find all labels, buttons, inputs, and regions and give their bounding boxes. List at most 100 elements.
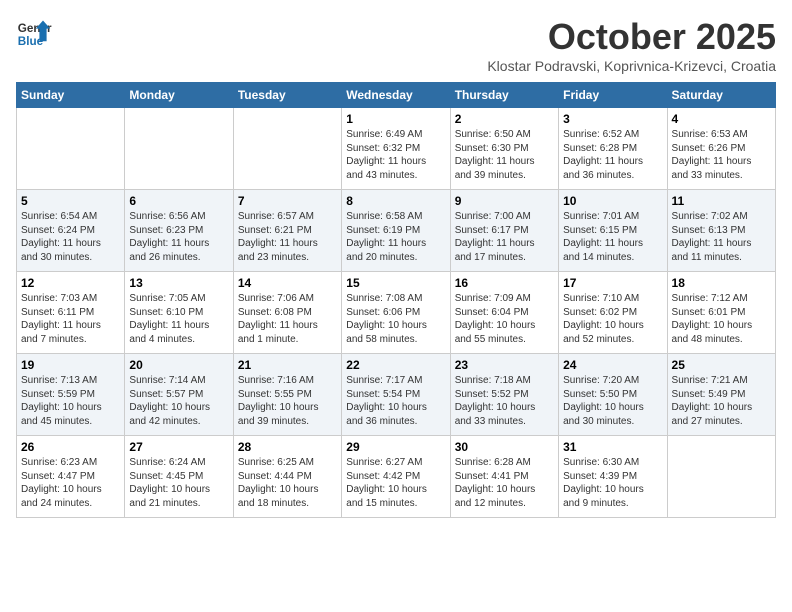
day-number: 19 <box>21 358 120 372</box>
calendar-cell: 27Sunrise: 6:24 AM Sunset: 4:45 PM Dayli… <box>125 436 233 518</box>
calendar-week-row: 26 Sunrise: 6:23 AM Sunset: 4:47 PM Dayli… <box>17 436 776 518</box>
day-number: 30 <box>455 440 554 454</box>
day-info: Sunrise: 6:23 AM Sunset: 4:47 PM Dayligh… <box>21 456 120 510</box>
day-info: Sunrise: 6:49 AM Sunset: 6:32 PM Dayligh… <box>346 128 445 182</box>
calendar-cell: 15Sunrise: 7:08 AM Sunset: 6:06 PM Dayli… <box>342 272 450 354</box>
calendar-cell: 17 Sunrise: 7:10 AM Sunset: 6:02 PM Dayli… <box>559 272 667 354</box>
calendar-cell: 6 Sunrise: 6:56 AM Sunset: 6:23 PM Daylig… <box>125 190 233 272</box>
day-number: 1 <box>346 112 445 126</box>
calendar-cell: 13Sunrise: 7:05 AM Sunset: 6:10 PM Dayli… <box>125 272 233 354</box>
day-number: 11 <box>672 194 771 208</box>
page-header: General Blue October 2025 Klostar Podrav… <box>16 16 776 74</box>
day-number: 7 <box>238 194 337 208</box>
calendar-cell: 25 Sunrise: 7:21 AM Sunset: 5:49 PM Dayli… <box>667 354 775 436</box>
calendar-week-row: 12 Sunrise: 7:03 AM Sunset: 6:11 PM Dayli… <box>17 272 776 354</box>
day-info: Sunrise: 6:52 AM Sunset: 6:28 PM Dayligh… <box>563 128 662 182</box>
svg-text:General: General <box>18 22 52 35</box>
title-block: October 2025 Klostar Podravski, Koprivni… <box>487 16 776 74</box>
logo-icon: General Blue <box>16 16 52 52</box>
day-info: Sunrise: 7:17 AM Sunset: 5:54 PM Dayligh… <box>346 374 445 428</box>
day-number: 21 <box>238 358 337 372</box>
weekday-header: Saturday <box>667 83 775 108</box>
calendar-cell: 23 Sunrise: 7:18 AM Sunset: 5:52 PM Dayli… <box>450 354 558 436</box>
calendar-table: SundayMondayTuesdayWednesdayThursdayFrid… <box>16 82 776 518</box>
day-number: 9 <box>455 194 554 208</box>
weekday-header-row: SundayMondayTuesdayWednesdayThursdayFrid… <box>17 83 776 108</box>
calendar-cell <box>17 108 125 190</box>
day-number: 10 <box>563 194 662 208</box>
day-info: Sunrise: 7:21 AM Sunset: 5:49 PM Dayligh… <box>672 374 771 428</box>
calendar-week-row: 1 Sunrise: 6:49 AM Sunset: 6:32 PM Daylig… <box>17 108 776 190</box>
day-number: 23 <box>455 358 554 372</box>
day-info: Sunrise: 6:50 AM Sunset: 6:30 PM Dayligh… <box>455 128 554 182</box>
day-info: Sunrise: 7:14 AM Sunset: 5:57 PM Dayligh… <box>129 374 228 428</box>
calendar-cell <box>233 108 341 190</box>
day-info: Sunrise: 6:56 AM Sunset: 6:23 PM Dayligh… <box>129 210 228 264</box>
day-number: 17 <box>563 276 662 290</box>
calendar-cell: 9 Sunrise: 7:00 AM Sunset: 6:17 PM Daylig… <box>450 190 558 272</box>
calendar-cell: 26 Sunrise: 6:23 AM Sunset: 4:47 PM Dayli… <box>17 436 125 518</box>
calendar-cell: 10 Sunrise: 7:01 AM Sunset: 6:15 PM Dayli… <box>559 190 667 272</box>
day-info: Sunrise: 6:30 AM Sunset: 4:39 PM Dayligh… <box>563 456 662 510</box>
day-number: 20 <box>129 358 228 372</box>
day-info: Sunrise: 7:06 AM Sunset: 6:08 PM Dayligh… <box>238 292 337 346</box>
calendar-cell: 31Sunrise: 6:30 AM Sunset: 4:39 PM Dayli… <box>559 436 667 518</box>
day-info: Sunrise: 7:01 AM Sunset: 6:15 PM Dayligh… <box>563 210 662 264</box>
day-info: Sunrise: 6:53 AM Sunset: 6:26 PM Dayligh… <box>672 128 771 182</box>
calendar-cell: 16 Sunrise: 7:09 AM Sunset: 6:04 PM Dayli… <box>450 272 558 354</box>
weekday-header: Thursday <box>450 83 558 108</box>
day-info: Sunrise: 6:25 AM Sunset: 4:44 PM Dayligh… <box>238 456 337 510</box>
day-info: Sunrise: 7:03 AM Sunset: 6:11 PM Dayligh… <box>21 292 120 346</box>
calendar-week-row: 5 Sunrise: 6:54 AM Sunset: 6:24 PM Daylig… <box>17 190 776 272</box>
day-info: Sunrise: 7:13 AM Sunset: 5:59 PM Dayligh… <box>21 374 120 428</box>
day-number: 8 <box>346 194 445 208</box>
day-number: 3 <box>563 112 662 126</box>
weekday-header: Monday <box>125 83 233 108</box>
day-info: Sunrise: 7:09 AM Sunset: 6:04 PM Dayligh… <box>455 292 554 346</box>
month-title: October 2025 <box>487 16 776 58</box>
weekday-header: Tuesday <box>233 83 341 108</box>
location-title: Klostar Podravski, Koprivnica-Krizevci, … <box>487 58 776 74</box>
calendar-cell: 19 Sunrise: 7:13 AM Sunset: 5:59 PM Dayli… <box>17 354 125 436</box>
day-info: Sunrise: 6:54 AM Sunset: 6:24 PM Dayligh… <box>21 210 120 264</box>
calendar-cell: 22 Sunrise: 7:17 AM Sunset: 5:54 PM Dayli… <box>342 354 450 436</box>
calendar-week-row: 19 Sunrise: 7:13 AM Sunset: 5:59 PM Dayli… <box>17 354 776 436</box>
calendar-cell <box>667 436 775 518</box>
day-number: 26 <box>21 440 120 454</box>
day-number: 28 <box>238 440 337 454</box>
day-info: Sunrise: 7:18 AM Sunset: 5:52 PM Dayligh… <box>455 374 554 428</box>
calendar-cell: 30 Sunrise: 6:28 AM Sunset: 4:41 PM Dayli… <box>450 436 558 518</box>
day-number: 2 <box>455 112 554 126</box>
calendar-cell: 3 Sunrise: 6:52 AM Sunset: 6:28 PM Daylig… <box>559 108 667 190</box>
day-info: Sunrise: 6:27 AM Sunset: 4:42 PM Dayligh… <box>346 456 445 510</box>
day-number: 6 <box>129 194 228 208</box>
day-number: 12 <box>21 276 120 290</box>
calendar-cell: 5 Sunrise: 6:54 AM Sunset: 6:24 PM Daylig… <box>17 190 125 272</box>
calendar-cell: 14Sunrise: 7:06 AM Sunset: 6:08 PM Dayli… <box>233 272 341 354</box>
day-info: Sunrise: 7:02 AM Sunset: 6:13 PM Dayligh… <box>672 210 771 264</box>
day-number: 27 <box>129 440 228 454</box>
day-number: 24 <box>563 358 662 372</box>
day-number: 13 <box>129 276 228 290</box>
day-info: Sunrise: 7:16 AM Sunset: 5:55 PM Dayligh… <box>238 374 337 428</box>
day-info: Sunrise: 7:12 AM Sunset: 6:01 PM Dayligh… <box>672 292 771 346</box>
day-number: 4 <box>672 112 771 126</box>
day-number: 16 <box>455 276 554 290</box>
calendar-cell: 4 Sunrise: 6:53 AM Sunset: 6:26 PM Daylig… <box>667 108 775 190</box>
weekday-header: Friday <box>559 83 667 108</box>
day-number: 5 <box>21 194 120 208</box>
day-info: Sunrise: 7:10 AM Sunset: 6:02 PM Dayligh… <box>563 292 662 346</box>
calendar-cell: 8Sunrise: 6:58 AM Sunset: 6:19 PM Daylig… <box>342 190 450 272</box>
calendar-cell: 18Sunrise: 7:12 AM Sunset: 6:01 PM Dayli… <box>667 272 775 354</box>
calendar-cell: 11 Sunrise: 7:02 AM Sunset: 6:13 PM Dayli… <box>667 190 775 272</box>
day-number: 22 <box>346 358 445 372</box>
calendar-cell: 7Sunrise: 6:57 AM Sunset: 6:21 PM Daylig… <box>233 190 341 272</box>
calendar-cell: 1 Sunrise: 6:49 AM Sunset: 6:32 PM Daylig… <box>342 108 450 190</box>
day-info: Sunrise: 7:20 AM Sunset: 5:50 PM Dayligh… <box>563 374 662 428</box>
day-info: Sunrise: 6:28 AM Sunset: 4:41 PM Dayligh… <box>455 456 554 510</box>
day-number: 25 <box>672 358 771 372</box>
calendar-cell: 24 Sunrise: 7:20 AM Sunset: 5:50 PM Dayli… <box>559 354 667 436</box>
day-info: Sunrise: 7:00 AM Sunset: 6:17 PM Dayligh… <box>455 210 554 264</box>
day-number: 15 <box>346 276 445 290</box>
weekday-header: Wednesday <box>342 83 450 108</box>
